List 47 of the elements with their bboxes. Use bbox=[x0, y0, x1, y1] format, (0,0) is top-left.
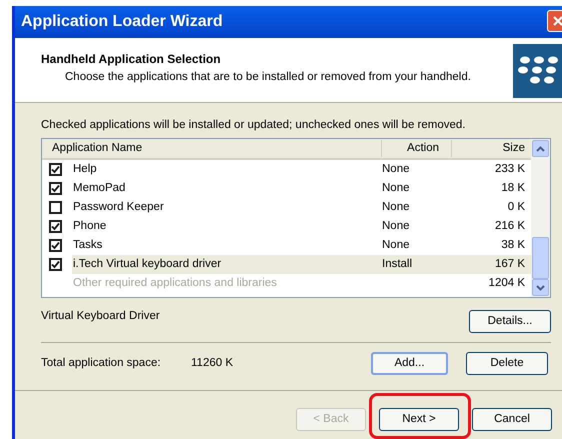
total-label: Total application space: bbox=[41, 356, 162, 372]
scroll-up-button[interactable] bbox=[532, 140, 549, 158]
action-cell-text: None bbox=[382, 200, 410, 216]
size-cell-text: 1204 K bbox=[488, 276, 526, 292]
action-cell-text: Install bbox=[382, 257, 414, 272]
size-cell-text: 167 K bbox=[494, 257, 526, 272]
window-title: Application Loader Wizard bbox=[21, 12, 223, 32]
column-header[interactable]: Application Name bbox=[42, 140, 382, 158]
size-cell-text: 0 K bbox=[506, 200, 526, 216]
details-button[interactable]: Details... bbox=[469, 310, 551, 334]
scrollbar[interactable] bbox=[531, 139, 550, 298]
column-header[interactable]: Size bbox=[452, 140, 531, 158]
app-name: Help bbox=[72, 162, 98, 178]
size-cell-text: 233 K bbox=[494, 162, 526, 178]
total-value: 11260 K bbox=[191, 356, 234, 372]
header-subtitle: Choose the applications that are to be installed or removed from your handheld. bbox=[64, 70, 471, 85]
checkbox[interactable] bbox=[49, 258, 62, 272]
app-name: Tasks bbox=[72, 238, 104, 254]
column-header[interactable]: Action bbox=[382, 140, 452, 158]
checkbox[interactable] bbox=[49, 201, 62, 214]
scroll-down-button[interactable] bbox=[532, 279, 549, 296]
checkbox[interactable] bbox=[49, 239, 62, 252]
description-text: Virtual Keyboard Driver bbox=[41, 309, 160, 324]
delete-button[interactable]: Delete bbox=[466, 352, 548, 376]
size-cell-text: 216 K bbox=[494, 219, 526, 234]
instruction-text: Checked applications will be installed or updated; unchecked ones will be removed. bbox=[41, 118, 466, 133]
action-cell-text: None bbox=[382, 162, 410, 178]
app-name: i.Tech Virtual keyboard driver bbox=[72, 257, 222, 272]
checkbox[interactable] bbox=[49, 182, 62, 196]
close-icon bbox=[552, 15, 562, 27]
app-name: Password Keeper bbox=[72, 200, 165, 216]
app-name: Other required applications and libraries bbox=[72, 276, 278, 292]
list-row[interactable]: i.Tech Virtual keyboard driver Install 167 K bbox=[72, 255, 531, 274]
scroll-thumb[interactable] bbox=[532, 237, 549, 280]
nav-button[interactable]: Next > bbox=[379, 408, 459, 432]
action-cell-text: None bbox=[382, 181, 410, 196]
action-cell-text: None bbox=[382, 238, 410, 254]
action-cell-text: None bbox=[382, 219, 410, 234]
header-title: Handheld Application Selection bbox=[41, 51, 222, 68]
add-button[interactable]: Add... bbox=[371, 352, 448, 376]
nav-button[interactable]: Cancel bbox=[472, 408, 552, 432]
checkbox[interactable] bbox=[49, 163, 62, 176]
app-name: MemoPad bbox=[72, 181, 126, 196]
checkbox[interactable] bbox=[49, 220, 62, 234]
size-cell-text: 38 K bbox=[500, 238, 526, 254]
size-cell-text: 18 K bbox=[500, 181, 526, 196]
app-name: Phone bbox=[72, 219, 108, 234]
